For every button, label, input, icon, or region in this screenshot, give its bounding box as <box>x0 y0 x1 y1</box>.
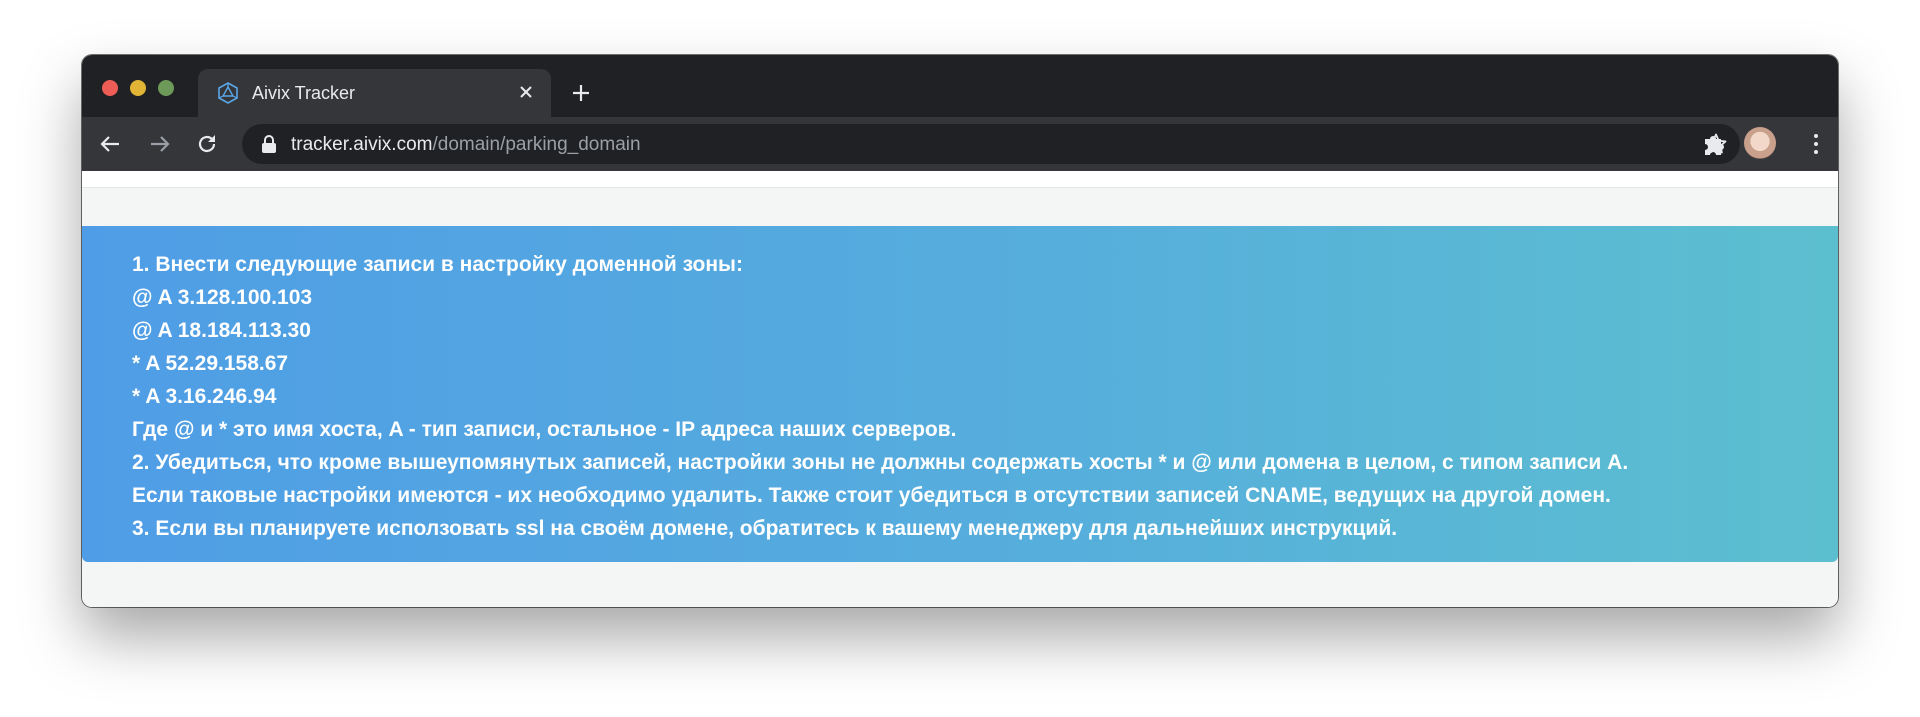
maximize-window-button[interactable] <box>158 80 174 96</box>
instruction-line: * A 3.16.246.94 <box>132 385 277 408</box>
browser-toolbar: tracker.aivix.com/domain/parking_domain <box>82 117 1838 171</box>
menu-dot <box>1814 134 1818 138</box>
reload-icon <box>198 135 216 153</box>
page-content: 1. Внести следующие записи в настройку д… <box>82 171 1838 607</box>
url-text[interactable]: tracker.aivix.com/domain/parking_domain <box>291 134 641 156</box>
url-host: tracker.aivix.com <box>291 134 433 155</box>
instructions-list: 1. Внести следующие записи в настройку д… <box>132 248 1628 545</box>
instruction-line: @ A 18.184.113.30 <box>132 319 311 342</box>
browser-menu-button[interactable] <box>1806 129 1826 159</box>
instruction-line: 3. Если вы планируете исползовать ssl на… <box>132 517 1398 540</box>
instruction-line: 2. Убедиться, что кроме вышеупомянутых з… <box>132 451 1629 474</box>
instruction-line: @ A 3.128.100.103 <box>132 286 313 309</box>
instruction-line: * A 52.29.158.67 <box>132 352 289 375</box>
close-icon <box>520 86 532 98</box>
extensions-button[interactable] <box>1700 131 1726 157</box>
forward-button[interactable] <box>145 129 175 159</box>
aivix-logo-icon <box>216 81 240 105</box>
instruction-line: Где @ и * это имя хоста, A - тип записи,… <box>132 418 957 441</box>
url-path: /domain/parking_domain <box>432 134 641 155</box>
back-button[interactable] <box>95 129 125 159</box>
close-tab-button[interactable] <box>513 79 539 105</box>
parking-instructions-banner: 1. Внести следующие записи в настройку д… <box>82 226 1838 562</box>
address-bar[interactable]: tracker.aivix.com/domain/parking_domain <box>242 124 1740 164</box>
menu-dot <box>1814 150 1818 154</box>
tab-bar: Aivix Tracker <box>82 55 1838 117</box>
arrow-left-icon <box>100 136 119 152</box>
profile-avatar[interactable] <box>1744 127 1776 159</box>
puzzle-icon <box>1705 136 1724 155</box>
plus-icon <box>573 85 589 101</box>
tab-title: Aivix Tracker <box>252 83 356 103</box>
new-tab-button[interactable] <box>567 79 595 107</box>
lock-icon[interactable] <box>260 134 278 154</box>
reload-button[interactable] <box>192 129 222 159</box>
page-header-strip <box>82 171 1838 188</box>
browser-window: Aivix Tracker tracker.aivix.com/domain/p… <box>82 55 1838 607</box>
menu-dot <box>1814 142 1818 146</box>
minimize-window-button[interactable] <box>130 80 146 96</box>
arrow-right-icon <box>151 136 170 152</box>
tab-aivix-tracker[interactable]: Aivix Tracker <box>198 69 551 117</box>
instruction-line: 1. Внести следующие записи в настройку д… <box>132 253 743 276</box>
instruction-line: Если таковые настройки имеются - их необ… <box>132 484 1611 507</box>
close-window-button[interactable] <box>102 80 118 96</box>
